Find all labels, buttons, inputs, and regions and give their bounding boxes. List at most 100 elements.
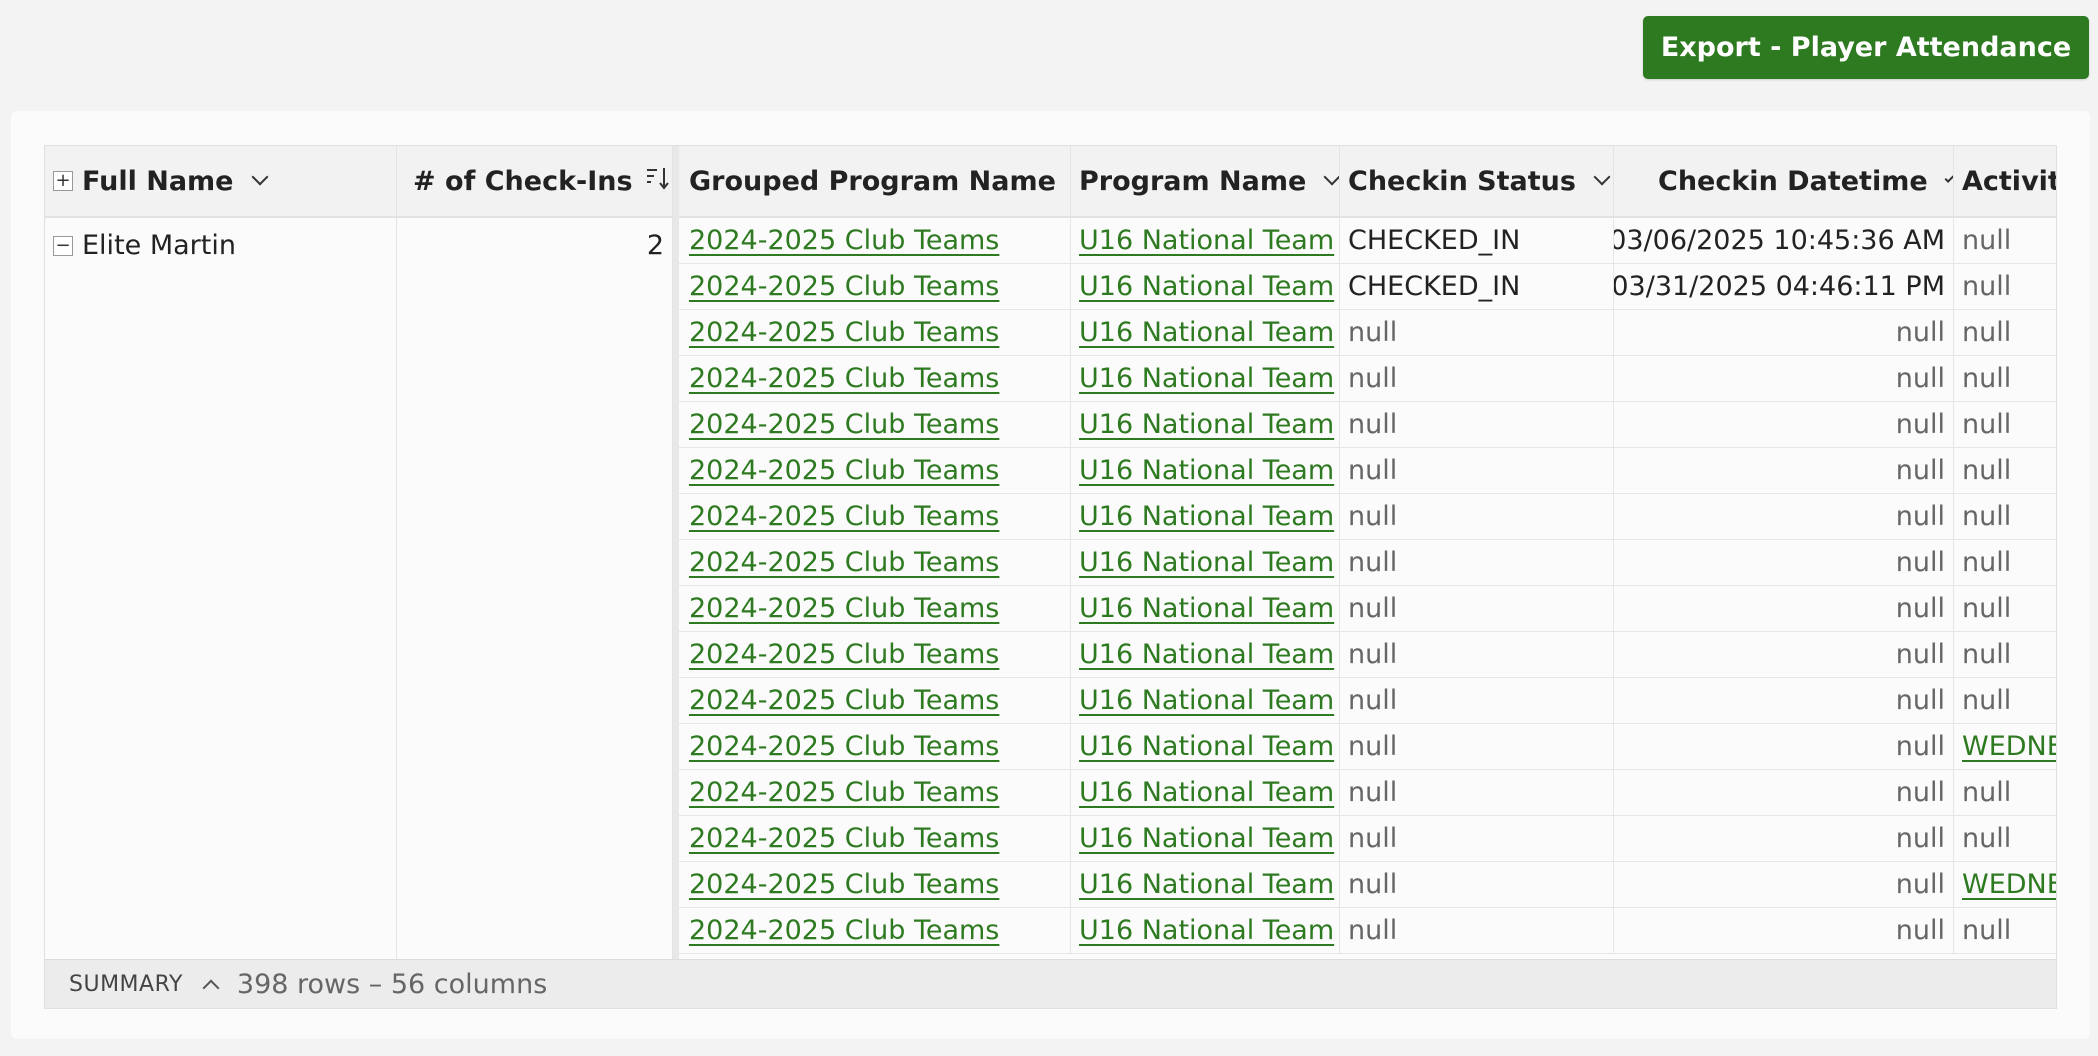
export-player-attendance-button[interactable]: Export - Player Attendance (1643, 16, 2089, 79)
program-link[interactable]: U16 National Team (1079, 823, 1334, 854)
header-grouped-program-name[interactable]: Grouped Program Name (679, 146, 1071, 216)
activity-link[interactable]: WEDNE (1962, 869, 2056, 900)
checkin-status-cell: null (1340, 540, 1614, 586)
table-row: 2024-2025 Club Teams U16 National Team nul… (45, 678, 2056, 724)
grouped-program-cell: 2024-2025 Club Teams (679, 402, 1071, 448)
grouped-program-link[interactable]: 2024-2025 Club Teams (689, 317, 999, 348)
grouped-program-cell: 2024-2025 Club Teams (679, 862, 1071, 908)
expand-all-icon[interactable]: + (53, 171, 73, 191)
grouped-program-cell: 2024-2025 Club Teams (679, 540, 1071, 586)
grouped-program-cell: 2024-2025 Club Teams (679, 586, 1071, 632)
grouped-program-cell: 2024-2025 Club Teams (679, 678, 1071, 724)
program-cell: U16 National Team (1071, 218, 1340, 264)
grouped-program-link[interactable]: 2024-2025 Club Teams (689, 915, 999, 946)
grouped-program-link[interactable]: 2024-2025 Club Teams (689, 271, 999, 302)
grouped-program-link[interactable]: 2024-2025 Club Teams (689, 501, 999, 532)
table-row: 2024-2025 Club Teams U16 National Team nul… (45, 402, 2056, 448)
grouped-program-link[interactable]: 2024-2025 Club Teams (689, 731, 999, 762)
activity-cell: null (1954, 310, 2056, 356)
header-program-name[interactable]: Program Name (1071, 146, 1340, 216)
grouped-program-cell: 2024-2025 Club Teams (679, 724, 1071, 770)
chevron-down-icon[interactable] (1593, 168, 1611, 186)
activity-cell: null (1954, 586, 2056, 632)
checkin-datetime-cell: null (1614, 310, 1954, 356)
header-program-label: Program Name (1079, 165, 1307, 197)
checkin-status-cell: null (1340, 770, 1614, 816)
program-link[interactable]: U16 National Team (1079, 271, 1334, 302)
checkin-datetime-cell: null (1614, 448, 1954, 494)
activity-cell: null (1954, 770, 2056, 816)
program-cell: U16 National Team (1071, 908, 1340, 954)
program-link[interactable]: U16 National Team (1079, 915, 1334, 946)
grouped-program-link[interactable]: 2024-2025 Club Teams (689, 823, 999, 854)
grouped-program-cell: 2024-2025 Club Teams (679, 448, 1071, 494)
header-checkin-datetime-label: Checkin Datetime (1658, 165, 1928, 197)
checkin-status-cell: null (1340, 678, 1614, 724)
header-activity[interactable]: Activit (1954, 146, 2056, 216)
checkin-datetime-cell: null (1614, 862, 1954, 908)
checkin-datetime-cell: null (1614, 632, 1954, 678)
header-checkin-datetime[interactable]: Checkin Datetime (1614, 146, 1954, 216)
program-cell: U16 National Team (1071, 402, 1340, 448)
grouped-program-link[interactable]: 2024-2025 Club Teams (689, 685, 999, 716)
grouped-program-link[interactable]: 2024-2025 Club Teams (689, 547, 999, 578)
grouped-program-link[interactable]: 2024-2025 Club Teams (689, 455, 999, 486)
program-cell: U16 National Team (1071, 540, 1340, 586)
table-row: 2024-2025 Club Teams U16 National Team nul… (45, 862, 2056, 908)
grouped-program-link[interactable]: 2024-2025 Club Teams (689, 409, 999, 440)
grouped-program-link[interactable]: 2024-2025 Club Teams (689, 593, 999, 624)
chevron-down-icon[interactable] (251, 168, 268, 186)
checkin-status-cell: CHECKED_IN (1340, 264, 1614, 310)
header-checkins-label: # of Check-Ins (413, 165, 633, 197)
program-link[interactable]: U16 National Team (1079, 593, 1334, 624)
table-row: 2024-2025 Club Teams U16 National Team nul… (45, 632, 2056, 678)
program-link[interactable]: U16 National Team (1079, 869, 1334, 900)
chevron-down-icon[interactable] (1944, 170, 1953, 184)
program-link[interactable]: U16 National Team (1079, 639, 1334, 670)
program-link[interactable]: U16 National Team (1079, 501, 1334, 532)
program-link[interactable]: U16 National Team (1079, 731, 1334, 762)
grouped-program-link[interactable]: 2024-2025 Club Teams (689, 777, 999, 808)
sort-descending-icon[interactable] (645, 166, 671, 196)
chevron-up-icon[interactable] (202, 979, 220, 997)
chevron-down-icon[interactable] (1323, 168, 1339, 186)
checkin-status-cell: null (1340, 402, 1614, 448)
activity-cell: null (1954, 402, 2056, 448)
checkin-datetime-cell: 03/06/2025 10:45:36 AM (1614, 218, 1954, 264)
grouped-program-cell: 2024-2025 Club Teams (679, 310, 1071, 356)
header-checkins[interactable]: # of Check-Ins (397, 146, 673, 216)
checkin-status-cell: null (1340, 862, 1614, 908)
program-link[interactable]: U16 National Team (1079, 455, 1334, 486)
program-cell: U16 National Team (1071, 264, 1340, 310)
grouped-program-link[interactable]: 2024-2025 Club Teams (689, 639, 999, 670)
header-grouped-program-label: Grouped Program Name (689, 165, 1056, 197)
checkin-status-cell: CHECKED_IN (1340, 218, 1614, 264)
checkin-status-cell: null (1340, 724, 1614, 770)
program-cell: U16 National Team (1071, 448, 1340, 494)
program-link[interactable]: U16 National Team (1079, 777, 1334, 808)
grouped-program-link[interactable]: 2024-2025 Club Teams (689, 869, 999, 900)
grouped-program-link[interactable]: 2024-2025 Club Teams (689, 225, 999, 256)
program-link[interactable]: U16 National Team (1079, 547, 1334, 578)
header-checkin-status[interactable]: Checkin Status (1340, 146, 1614, 216)
checkin-datetime-cell: null (1614, 816, 1954, 862)
activity-cell: WEDNE (1954, 724, 2056, 770)
checkin-datetime-cell: null (1614, 356, 1954, 402)
activity-link[interactable]: WEDNE (1962, 731, 2056, 762)
header-full-name[interactable]: + Full Name (45, 146, 397, 216)
table-row: 2024-2025 Club Teams U16 National Team CHE… (45, 218, 2056, 264)
grouped-program-link[interactable]: 2024-2025 Club Teams (689, 363, 999, 394)
program-link[interactable]: U16 National Team (1079, 363, 1334, 394)
grouped-program-cell: 2024-2025 Club Teams (679, 770, 1071, 816)
activity-cell: null (1954, 448, 2056, 494)
program-link[interactable]: U16 National Team (1079, 409, 1334, 440)
checkin-datetime-cell: null (1614, 678, 1954, 724)
checkin-datetime-cell: null (1614, 724, 1954, 770)
program-cell: U16 National Team (1071, 678, 1340, 724)
table-row: 2024-2025 Club Teams U16 National Team nul… (45, 586, 2056, 632)
program-link[interactable]: U16 National Team (1079, 317, 1334, 348)
table-row: 2024-2025 Club Teams U16 National Team nul… (45, 448, 2056, 494)
program-cell: U16 National Team (1071, 724, 1340, 770)
program-link[interactable]: U16 National Team (1079, 685, 1334, 716)
program-link[interactable]: U16 National Team (1079, 225, 1334, 256)
